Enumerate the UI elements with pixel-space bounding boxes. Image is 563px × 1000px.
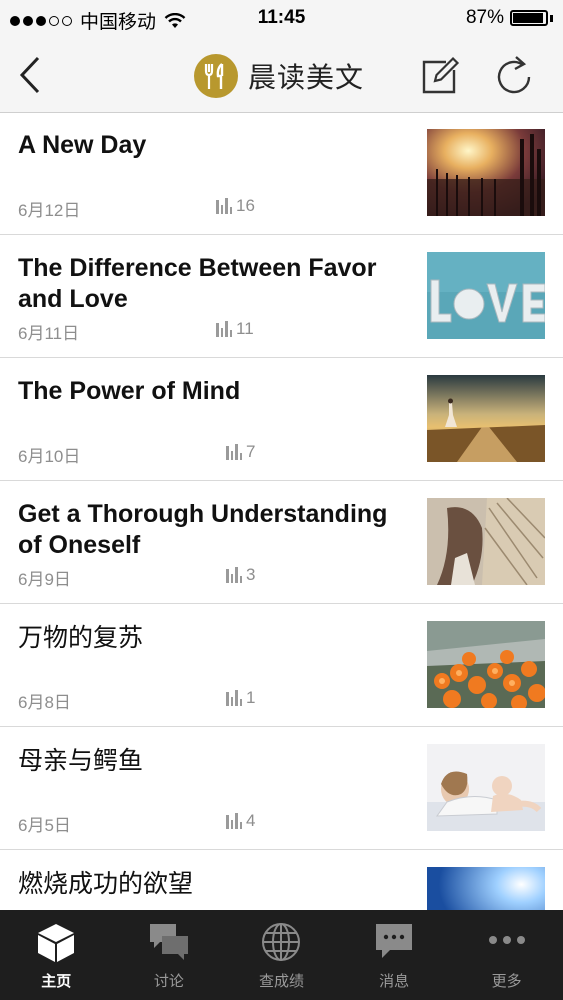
views-count: 1 [246,688,256,707]
chat-bubbles-icon [149,924,188,960]
views-count: 3 [246,565,256,584]
tab-home[interactable]: 主页 [0,910,113,1000]
tab-messages[interactable]: 消息 [338,910,451,1000]
nav-title-group: 晨读美文 [194,53,364,99]
views-count: 16 [236,196,255,215]
article-title: 万物的复苏 [18,623,144,652]
article-title: The Difference Between Favor and Love [18,254,377,313]
navigation-bar: 晨读美文 [0,38,563,113]
cube-icon [38,924,75,962]
article-views: 7 [226,442,255,462]
battery-percent: 87% [465,7,504,28]
article-date: 6月9日 [18,570,71,589]
article-views: 1 [226,688,255,708]
tab-label: 查成绩 [258,972,304,990]
article-title: A New Day [18,131,147,159]
views-icon [226,813,242,829]
tab-discussion[interactable]: 讨论 [113,910,226,1000]
article-title: Get a Thorough Understanding of Oneself [18,500,388,559]
article-list: A New Day 6月12日 16 The Difference Betwee… [0,112,563,972]
article-views: 11 [216,319,254,339]
article-views: 4 [226,811,255,831]
article-item[interactable]: Get a Thorough Understanding of Oneself … [0,481,563,604]
article-thumbnail [427,129,545,216]
tab-label: 消息 [379,972,410,990]
views-count: 4 [246,811,256,830]
article-item[interactable]: The Difference Between Favor and Love 6月… [0,235,563,358]
article-item[interactable]: A New Day 6月12日 16 [0,112,563,235]
edit-button[interactable] [420,56,460,96]
article-views: 16 [216,196,255,216]
article-item[interactable]: 万物的复苏 6月8日 1 [0,604,563,727]
article-title: 母亲与鳄鱼 [18,746,144,775]
article-thumbnail [427,252,545,339]
article-date: 6月8日 [18,693,71,712]
app-logo [194,54,238,98]
article-item[interactable]: The Power of Mind 6月10日 7 [0,358,563,481]
article-thumbnail [427,498,545,585]
tab-bar: 主页 讨论 查成绩 消息 更多 [0,910,563,1000]
article-date: 6月5日 [18,816,71,835]
tab-label: 讨论 [153,972,184,990]
battery-icon [510,10,548,26]
article-title: 燃烧成功的欲望 [18,869,194,898]
fork-knife-icon [204,63,224,89]
article-date: 6月12日 [18,201,81,220]
battery-status: 87% [466,7,553,29]
views-icon [226,690,242,706]
views-icon [216,198,232,214]
globe-icon [262,923,301,961]
views-icon [226,567,242,583]
views-icon [226,444,242,460]
article-item[interactable]: 母亲与鳄鱼 6月5日 4 [0,727,563,850]
tab-label: 更多 [491,972,522,990]
article-thumbnail [427,375,545,462]
views-count: 7 [246,442,256,461]
article-thumbnail [427,744,545,831]
refresh-button[interactable] [494,54,534,96]
tab-grades[interactable]: 查成绩 [225,910,338,1000]
views-icon [216,321,232,337]
article-title: The Power of Mind [18,377,241,405]
status-bar: 中国移动 11:45 87% [0,0,563,38]
article-date: 6月11日 [18,324,80,343]
tab-more[interactable]: 更多 [450,910,563,1000]
message-icon [376,924,413,958]
tab-label: 主页 [41,972,72,990]
page-title: 晨读美文 [248,62,365,93]
views-count: 11 [236,319,254,338]
article-thumbnail [427,621,545,708]
more-icon [488,936,525,944]
back-button[interactable] [14,54,48,96]
article-views: 3 [226,565,255,585]
article-date: 6月10日 [18,447,81,466]
